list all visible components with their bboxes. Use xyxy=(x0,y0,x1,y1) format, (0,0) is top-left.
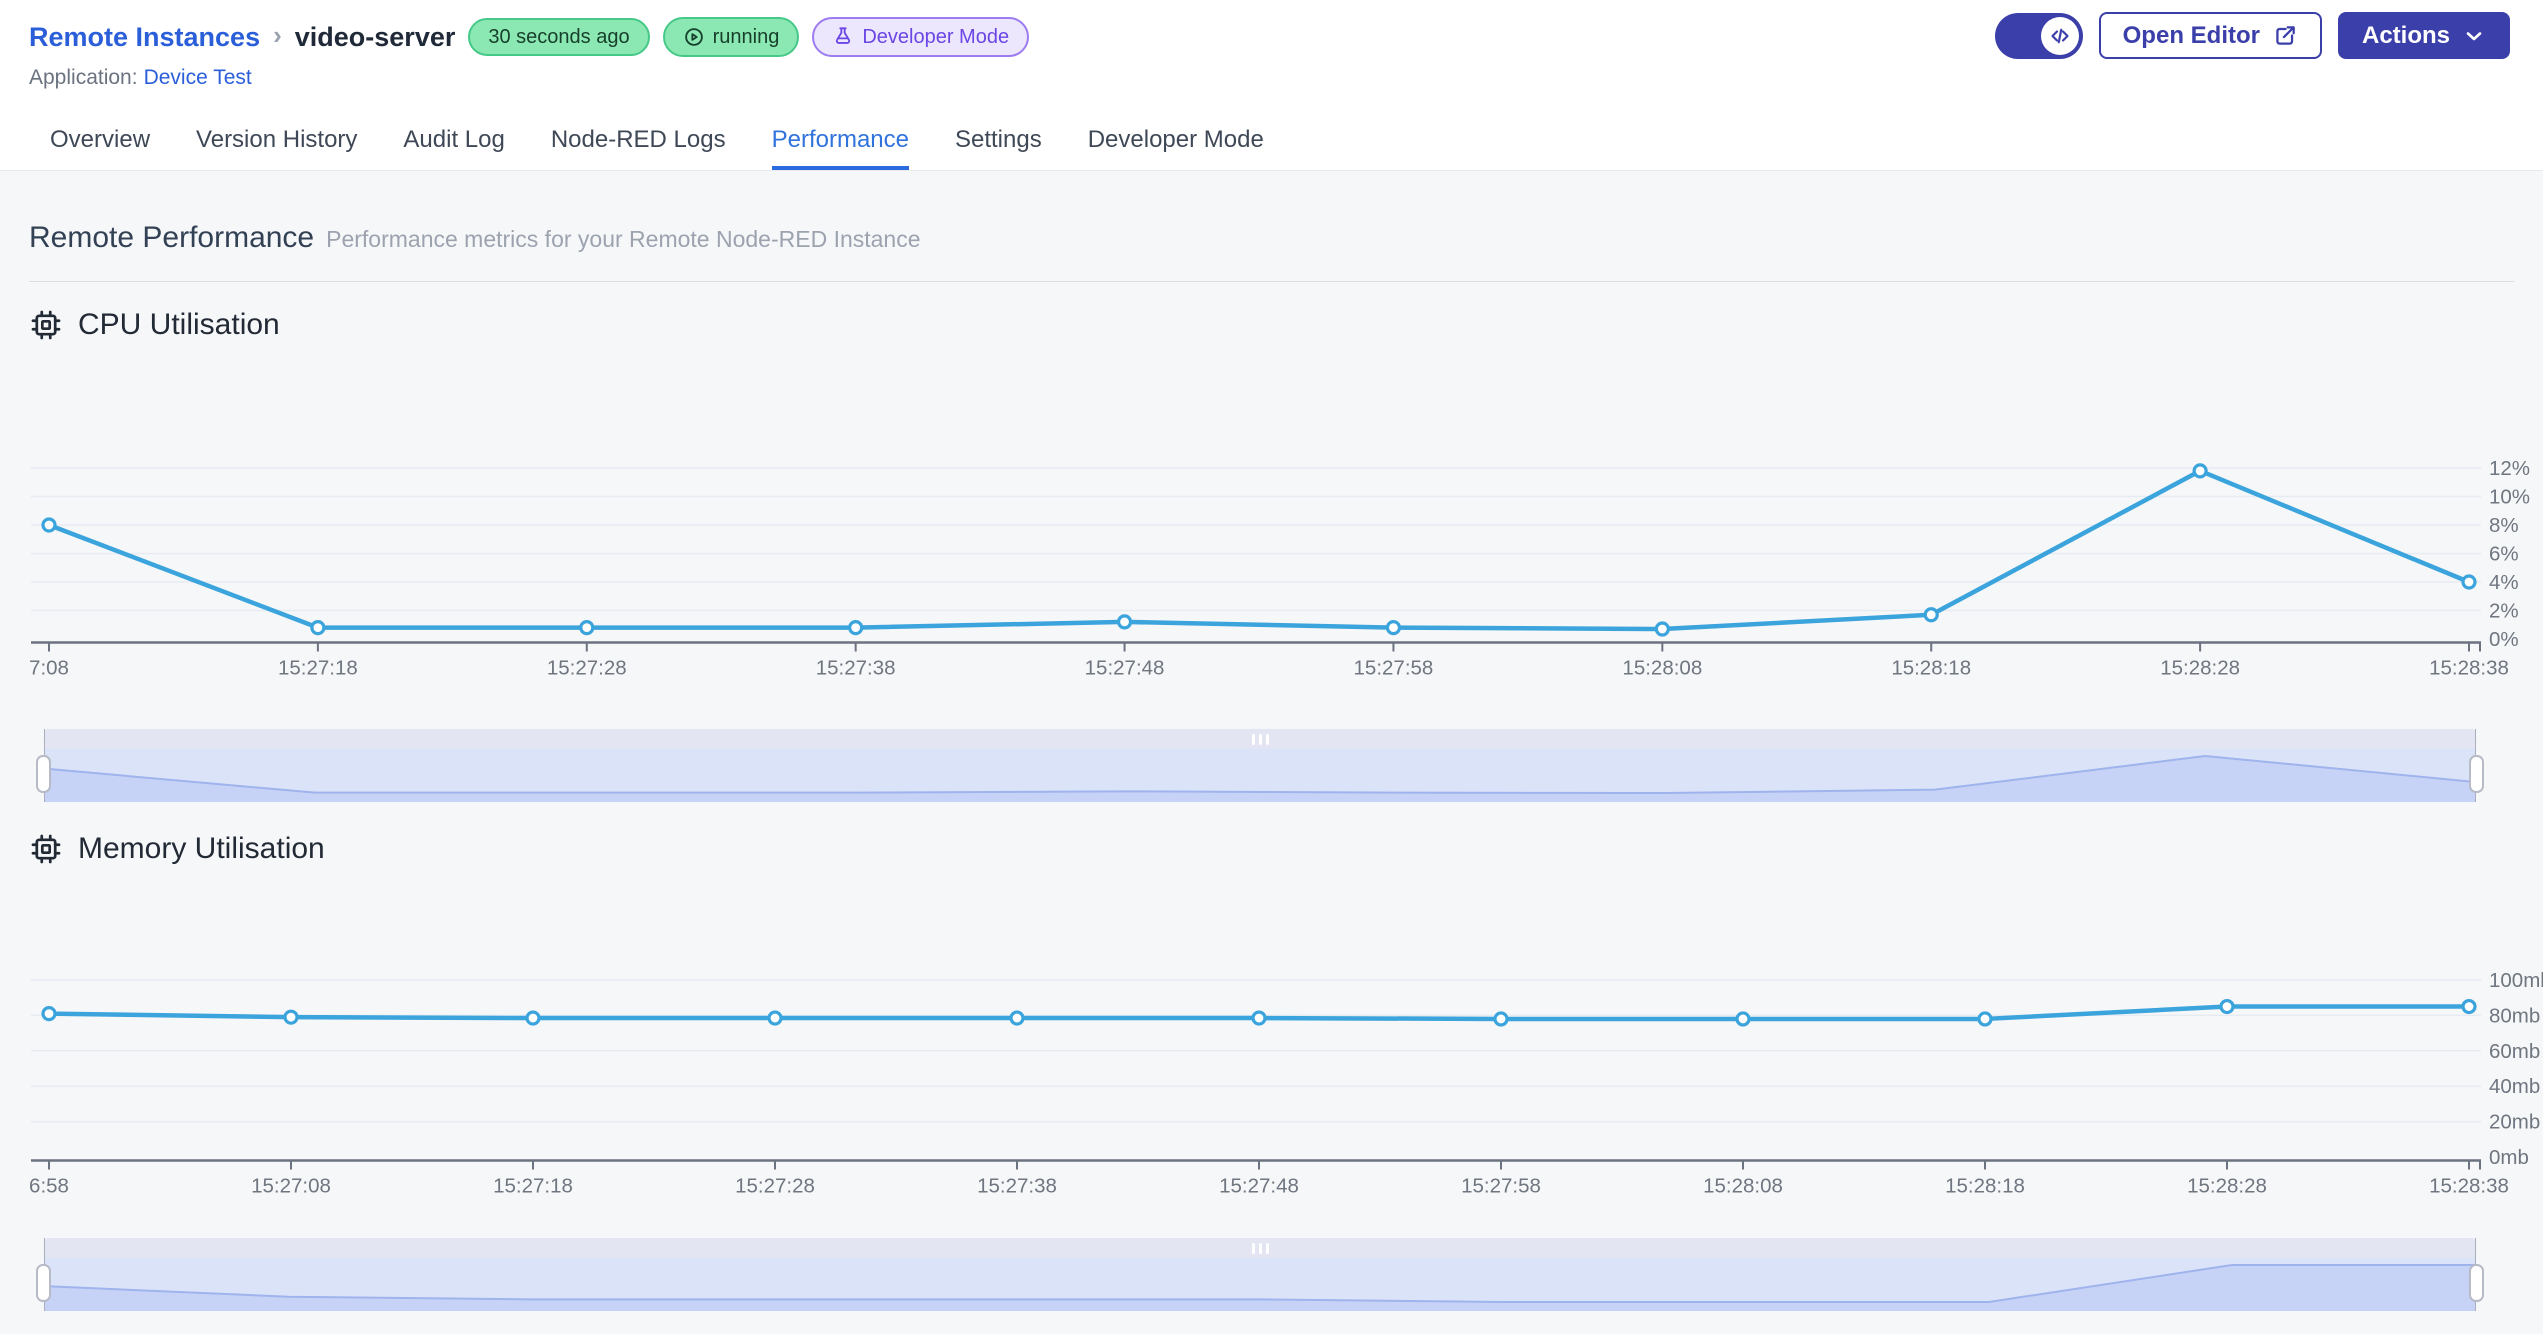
status-badge-label: running xyxy=(712,26,780,48)
actions-label: Actions xyxy=(2361,21,2450,49)
page-header: Remote Instances › video-server 30 secon… xyxy=(0,0,2543,171)
page-title: Remote Performance xyxy=(29,221,315,254)
developer-mode-badge-label: Developer Mode xyxy=(862,26,1010,48)
svg-text:15:28:38: 15:28:38 xyxy=(2429,1175,2509,1198)
tab-performance[interactable]: Performance xyxy=(771,110,909,170)
breadcrumb: Remote Instances › video-server 30 secon… xyxy=(29,12,1030,62)
svg-text:0mb: 0mb xyxy=(2489,1146,2529,1169)
tab-settings[interactable]: Settings xyxy=(955,110,1042,170)
application-label: Application: xyxy=(29,66,138,89)
tab-bar: Overview Version History Audit Log Node-… xyxy=(0,110,2543,171)
memory-chip-icon xyxy=(31,834,61,864)
cpu-brush-drag-strip[interactable] xyxy=(45,729,2475,749)
application-row: Application: Device Test xyxy=(0,66,2543,90)
tab-version-history[interactable]: Version History xyxy=(196,110,357,170)
header-actions: Open Editor Actions xyxy=(1994,12,2510,59)
svg-text:15:28:18: 15:28:18 xyxy=(1891,657,1971,680)
breadcrumb-remote-instances[interactable]: Remote Instances xyxy=(29,22,260,53)
svg-text:80mb: 80mb xyxy=(2489,1004,2540,1027)
grip-icon xyxy=(1265,1242,1269,1254)
last-seen-badge: 30 seconds ago xyxy=(468,18,650,56)
svg-text:6:58: 6:58 xyxy=(29,1175,69,1198)
memory-brush-minimap[interactable] xyxy=(45,1258,2475,1311)
grip-icon xyxy=(1251,733,1255,745)
grip-icon xyxy=(1258,733,1262,745)
tab-audit-log[interactable]: Audit Log xyxy=(403,110,504,170)
svg-text:15:27:38: 15:27:38 xyxy=(816,657,896,680)
svg-text:12%: 12% xyxy=(2489,457,2530,480)
code-icon xyxy=(2051,28,2069,43)
svg-text:15:28:38: 15:28:38 xyxy=(2429,657,2509,680)
cpu-brush-handle-right[interactable] xyxy=(2469,755,2484,793)
svg-text:15:27:18: 15:27:18 xyxy=(493,1175,573,1198)
external-link-icon xyxy=(2276,25,2295,45)
tab-overview[interactable]: Overview xyxy=(50,110,150,170)
svg-text:15:28:28: 15:28:28 xyxy=(2187,1175,2267,1198)
svg-text:8%: 8% xyxy=(2489,514,2519,537)
breadcrumb-current-instance: video-server xyxy=(294,21,456,52)
svg-text:10%: 10% xyxy=(2489,486,2530,509)
svg-text:15:28:18: 15:28:18 xyxy=(1945,1175,2025,1198)
svg-text:15:27:18: 15:27:18 xyxy=(278,657,358,680)
cpu-brush-minimap[interactable] xyxy=(45,749,2475,802)
chevron-down-icon xyxy=(2466,31,2482,40)
cpu-brush-handle-left[interactable] xyxy=(36,755,51,793)
memory-brush-drag-strip[interactable] xyxy=(45,1238,2475,1258)
breadcrumb-separator-icon: › xyxy=(273,19,282,50)
developer-mode-badge: Developer Mode xyxy=(812,17,1030,57)
grip-icon xyxy=(1258,1242,1262,1254)
developer-mode-toggle[interactable] xyxy=(1994,12,2083,59)
memory-section-header: Memory Utilisation xyxy=(29,828,2514,870)
svg-text:15:28:08: 15:28:08 xyxy=(1622,657,1702,680)
svg-text:4%: 4% xyxy=(2489,571,2519,594)
memory-brush-handle-left[interactable] xyxy=(36,1264,51,1302)
svg-text:15:27:28: 15:27:28 xyxy=(735,1175,815,1198)
svg-text:20mb: 20mb xyxy=(2489,1111,2540,1134)
memory-utilisation-chart: 0mb 20mb 40mb 60mb 80mb 100mb 6:58 15:27:08 15:2… xyxy=(29,969,2543,1198)
performance-panel: Remote Performance Performance metrics fo… xyxy=(0,171,2543,1334)
cpu-section-title: CPU Utilisation xyxy=(78,308,280,341)
svg-text:40mb: 40mb xyxy=(2489,1075,2540,1098)
svg-text:7:08: 7:08 xyxy=(29,657,69,680)
svg-text:15:27:08: 15:27:08 xyxy=(251,1175,331,1198)
svg-text:15:28:28: 15:28:28 xyxy=(2160,657,2240,680)
open-editor-button[interactable]: Open Editor xyxy=(2098,12,2322,59)
svg-text:0%: 0% xyxy=(2489,628,2519,651)
svg-text:15:27:58: 15:27:58 xyxy=(1354,657,1434,680)
tab-developer-mode[interactable]: Developer Mode xyxy=(1088,110,1264,170)
flask-icon xyxy=(836,27,851,44)
memory-minimap-area xyxy=(45,1264,2475,1311)
memory-section-title: Memory Utilisation xyxy=(78,832,325,865)
memory-brush-handle-right[interactable] xyxy=(2469,1264,2484,1302)
svg-text:15:27:48: 15:27:48 xyxy=(1219,1175,1299,1198)
svg-text:100mb: 100mb xyxy=(2489,969,2543,992)
memory-chart-zoom-brush[interactable] xyxy=(36,1238,2484,1311)
svg-text:15:27:48: 15:27:48 xyxy=(1085,657,1165,680)
status-badge: running xyxy=(662,17,800,57)
grip-icon xyxy=(1251,1242,1255,1254)
play-circle-icon xyxy=(684,28,703,46)
svg-text:6%: 6% xyxy=(2489,543,2519,566)
last-seen-badge-label: 30 seconds ago xyxy=(488,26,630,48)
tab-node-red-logs[interactable]: Node-RED Logs xyxy=(551,110,726,170)
cpu-utilisation-chart: 0% 2% 4% 6% 8% 10% 12% 7:08 15:27:18 15:27:28 15:2… xyxy=(29,457,2530,680)
open-editor-label: Open Editor xyxy=(2122,21,2260,49)
svg-text:2%: 2% xyxy=(2489,600,2519,623)
actions-button[interactable]: Actions xyxy=(2337,12,2510,59)
cpu-chip-icon xyxy=(31,310,61,340)
cpu-section-header: CPU Utilisation xyxy=(29,304,2514,346)
cpu-minimap-area xyxy=(45,754,2475,802)
toggle-knob xyxy=(2040,16,2079,55)
application-link[interactable]: Device Test xyxy=(144,66,252,89)
svg-text:15:27:28: 15:27:28 xyxy=(547,657,627,680)
grip-icon xyxy=(1265,733,1269,745)
divider xyxy=(29,281,2514,282)
svg-text:15:27:38: 15:27:38 xyxy=(977,1175,1057,1198)
svg-text:15:27:58: 15:27:58 xyxy=(1461,1175,1541,1198)
page-subtitle: Performance metrics for your Remote Node… xyxy=(326,226,921,252)
cpu-chart-zoom-brush[interactable] xyxy=(36,729,2484,802)
svg-text:15:28:08: 15:28:08 xyxy=(1703,1175,1783,1198)
svg-text:60mb: 60mb xyxy=(2489,1040,2540,1063)
